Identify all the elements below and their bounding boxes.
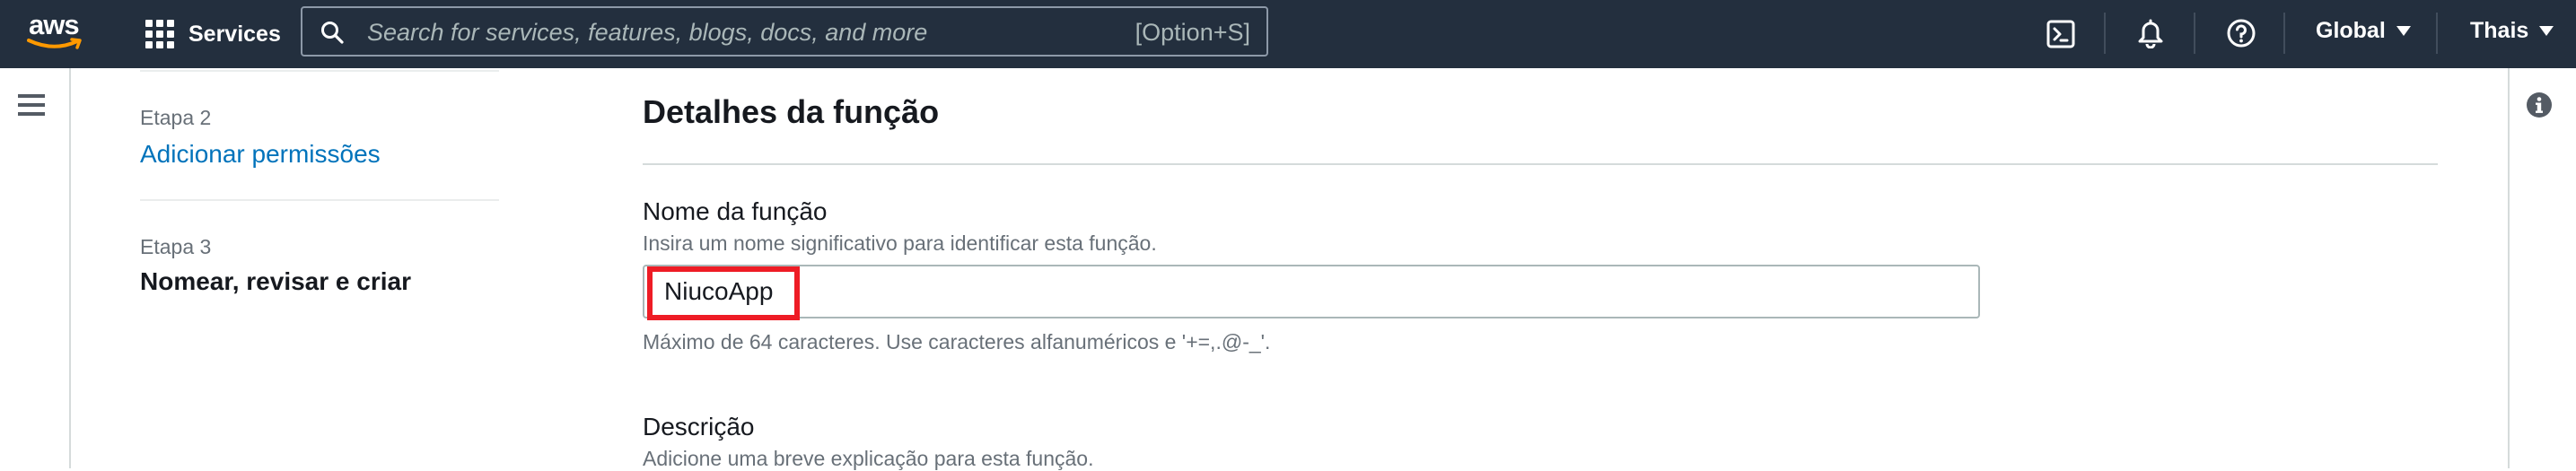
description-helper-text: Adicione uma breve explicação para esta … [643, 447, 1094, 470]
services-label: Services [188, 21, 281, 47]
search-shortcut-hint: [Option+S] [1135, 19, 1250, 46]
region-selector[interactable]: Global [2316, 18, 2411, 44]
nav-divider [2436, 13, 2438, 54]
section-title: Detalhes da função [643, 93, 940, 130]
nav-divider [2194, 13, 2195, 54]
role-name-description: Insira um nome significativo para identi… [643, 231, 1157, 255]
nav-divider [2104, 13, 2106, 54]
role-name-label: Nome da função [643, 197, 828, 225]
search-input[interactable] [365, 8, 1123, 57]
caret-down-icon [2539, 26, 2554, 36]
step-number: Etapa 3 [140, 235, 212, 258]
cloudshell-icon[interactable] [2046, 20, 2075, 48]
right-tools-rail [2508, 68, 2576, 468]
aws-logo-text: aws [29, 9, 80, 40]
aws-logo[interactable]: aws [27, 9, 86, 54]
step-divider [140, 199, 499, 201]
role-name-constraint: Máximo de 64 caracteres. Use caracteres … [643, 330, 1271, 353]
search-bar[interactable]: [Option+S] [301, 6, 1268, 57]
hamburger-menu-icon[interactable] [18, 93, 45, 117]
left-navigation-rail [0, 68, 71, 468]
top-navigation-bar: aws Services [Option+S] [0, 0, 2576, 68]
search-icon [321, 22, 344, 44]
step-link-add-permissions[interactable]: Adicionar permissões [140, 140, 381, 169]
section-divider [643, 163, 2438, 165]
user-menu[interactable]: Thais [2470, 18, 2554, 44]
step-current-name-review-create: Nomear, revisar e criar [140, 267, 411, 295]
user-label: Thais [2470, 18, 2529, 43]
caret-down-icon [2396, 26, 2411, 36]
region-label: Global [2316, 18, 2386, 43]
description-label: Descrição [643, 413, 755, 440]
nav-divider [2283, 13, 2285, 54]
aws-smile-icon [27, 38, 82, 49]
bell-icon[interactable] [2136, 18, 2165, 48]
help-icon[interactable] [2226, 18, 2256, 48]
info-icon[interactable] [2526, 92, 2553, 118]
role-name-input[interactable] [643, 265, 1980, 318]
grid-icon [145, 20, 174, 48]
step-number: Etapa 2 [140, 106, 212, 129]
services-menu-button[interactable]: Services [145, 14, 281, 54]
step-divider [140, 70, 499, 72]
